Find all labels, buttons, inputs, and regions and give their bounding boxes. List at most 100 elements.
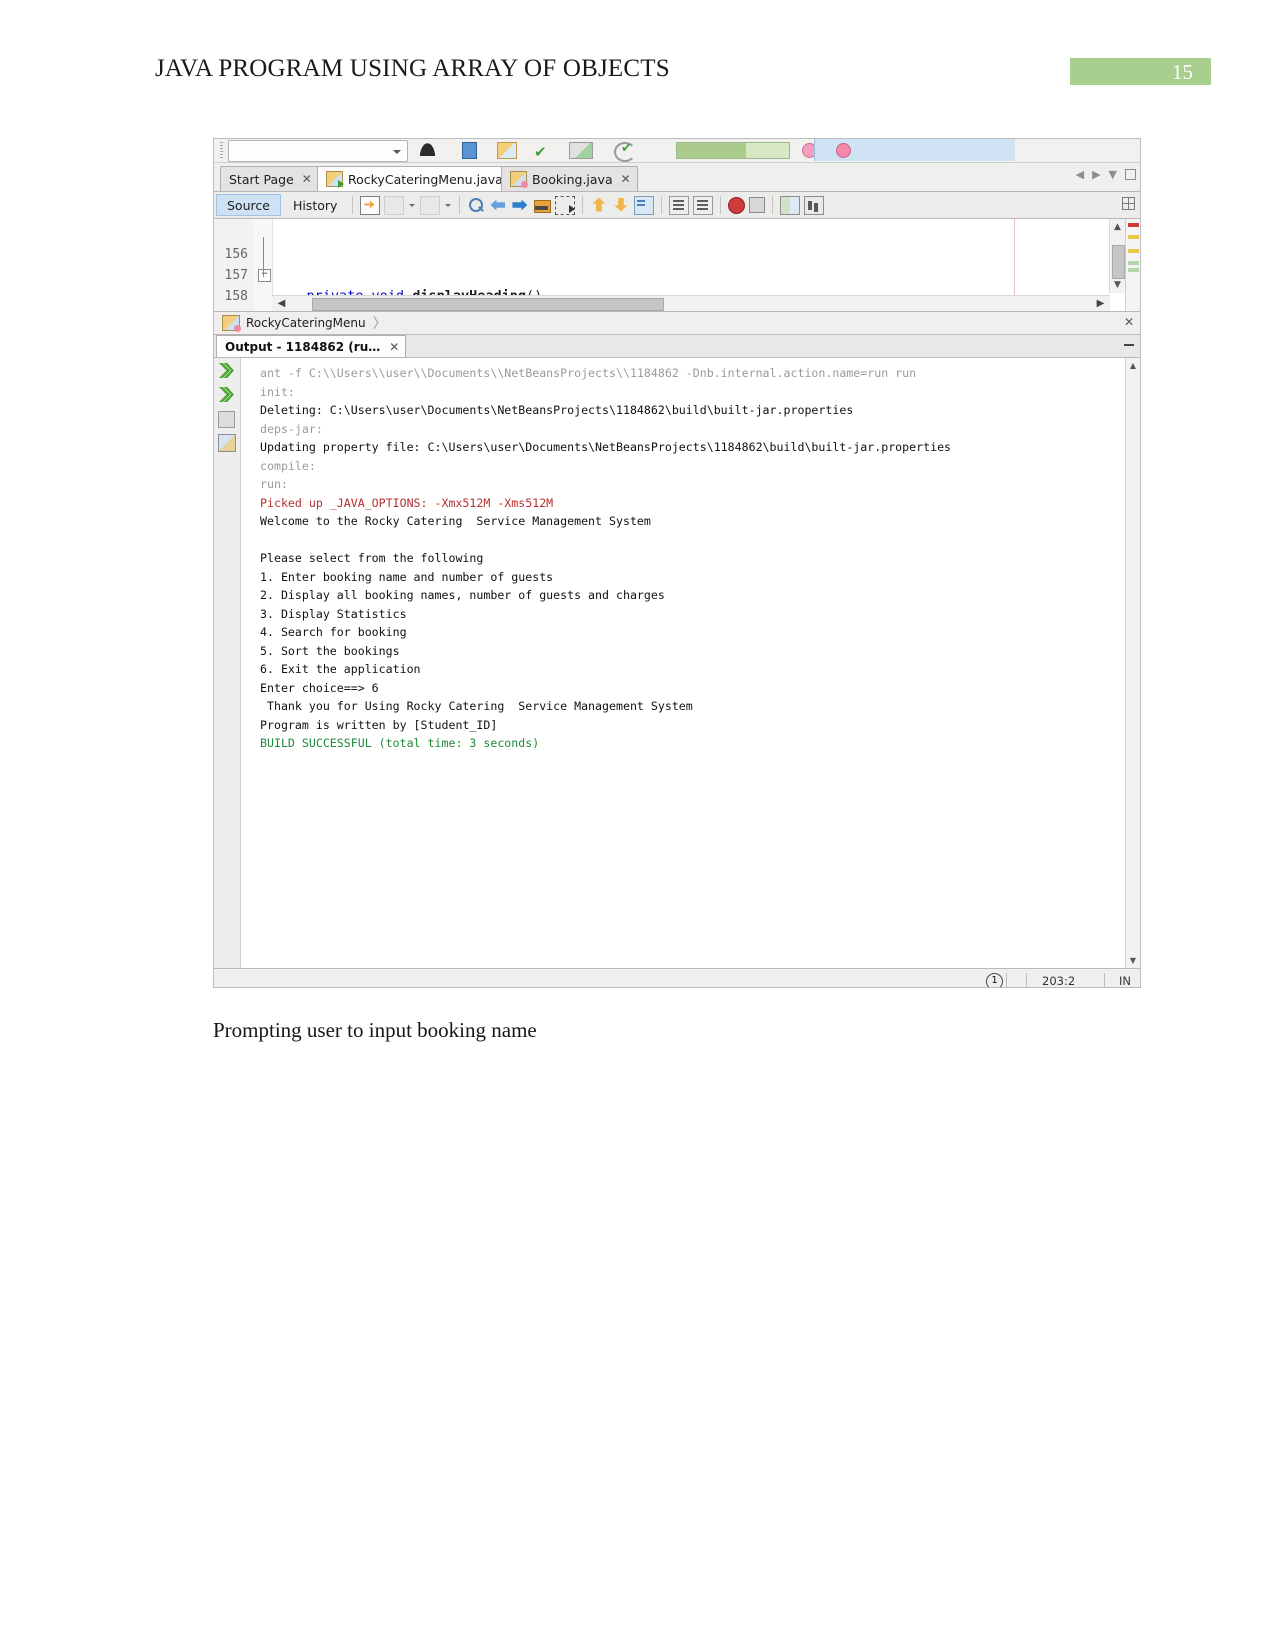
configuration-combobox[interactable]	[228, 140, 408, 162]
stop-icon[interactable]	[749, 197, 766, 213]
output-line: 4. Search for booking	[260, 625, 407, 639]
find-next-icon[interactable]	[511, 197, 529, 214]
toggle-rectangular-selection-icon[interactable]	[555, 195, 576, 215]
previous-bookmark-icon[interactable]	[590, 197, 608, 214]
build-project-icon[interactable]	[497, 142, 517, 159]
output-line: 2. Display all booking names, number of …	[260, 588, 665, 602]
shift-left-icon[interactable]	[669, 195, 690, 215]
fold-guide-line	[263, 237, 264, 277]
scroll-down-icon[interactable]: ▼	[1112, 279, 1123, 291]
scroll-right-icon[interactable]: ▶	[1094, 297, 1107, 310]
toggle-highlight-icon[interactable]	[533, 197, 552, 214]
scroll-left-icon[interactable]: ◀	[1076, 168, 1084, 181]
output-line: BUILD SUCCESSFUL (total time: 3 seconds)	[260, 736, 540, 750]
output-line: deps-jar:	[260, 421, 323, 436]
occurrence-marker[interactable]	[1128, 261, 1139, 265]
close-icon[interactable]: ✕	[1124, 315, 1134, 329]
close-icon[interactable]: ✕	[621, 172, 631, 186]
output-console[interactable]: ant -f C:\\Users\\user\\Documents\\NetBe…	[214, 358, 1140, 968]
output-line: Thank you for Using Rocky Catering Servi…	[260, 699, 693, 713]
scroll-up-icon[interactable]: ▲	[1112, 221, 1123, 233]
code-line: 157 private void displayHeading()	[214, 244, 1140, 304]
scroll-up-icon[interactable]: ▲	[1128, 360, 1138, 371]
code-line: 158 − {	[214, 265, 1140, 304]
shift-right-icon[interactable]	[693, 195, 714, 215]
inspect-members-icon[interactable]	[804, 195, 825, 215]
close-icon[interactable]: ✕	[302, 172, 312, 186]
output-line: Picked up _JAVA_OPTIONS: -Xmx512M -Xms51…	[260, 495, 554, 510]
refresh-check-icon[interactable]	[614, 141, 636, 162]
scroll-right-icon[interactable]: ▶	[1092, 168, 1100, 181]
tab-label: RockyCateringMenu.java	[348, 171, 503, 187]
maximize-icon[interactable]	[1125, 169, 1136, 180]
pink-marker-2-icon[interactable]	[836, 143, 851, 158]
occurrence-marker[interactable]	[1128, 268, 1139, 272]
check-green-icon[interactable]	[534, 142, 546, 157]
chevron-down-icon[interactable]: ▼	[1109, 168, 1117, 181]
scrollbar-thumb[interactable]	[1112, 245, 1125, 279]
toggle-bookmark-icon[interactable]	[634, 195, 655, 215]
chevron-down-icon[interactable]	[408, 197, 416, 214]
error-marker[interactable]	[1128, 223, 1139, 227]
toolbar-grip-handle[interactable]	[220, 142, 223, 158]
output-line: Enter choice==> 6	[260, 680, 379, 695]
cursor-position: 203:2	[1042, 974, 1076, 988]
warning-marker[interactable]	[1128, 249, 1139, 253]
toolbar-separator	[352, 196, 354, 214]
minimize-window-icon[interactable]	[1124, 344, 1134, 346]
output-line: Updating property file: C:\Users\user\Do…	[260, 440, 952, 454]
editor-vertical-scrollbar[interactable]: ▲ ▼	[1109, 219, 1125, 293]
source-history-toolbar: Source History	[214, 192, 1140, 219]
ide-status-bar: 1 203:2 IN	[214, 968, 1140, 988]
breadcrumb[interactable]: RockyCateringMenu 〉 ✕	[214, 312, 1140, 335]
close-icon[interactable]: ✕	[389, 340, 399, 354]
tabbar-controls: ◀ ▶ ▼	[1076, 168, 1136, 181]
diff-icon[interactable]	[780, 195, 801, 215]
next-bookmark-icon[interactable]	[612, 197, 630, 214]
last-edit-icon[interactable]	[360, 195, 381, 215]
editor-error-strip[interactable]	[1125, 219, 1140, 311]
toolbar-right-spacer	[1020, 139, 1140, 161]
chevron-right-icon[interactable]: 〉	[373, 313, 387, 333]
java-file-icon	[222, 315, 241, 332]
scrollbar-thumb[interactable]	[312, 298, 664, 311]
forward-history-icon[interactable]	[420, 195, 441, 215]
output-line: 3. Display Statistics	[260, 606, 407, 621]
scroll-left-icon[interactable]: ◀	[275, 297, 288, 310]
find-previous-icon[interactable]	[489, 197, 507, 214]
java-run-icon	[326, 171, 344, 188]
editor-settings-icon[interactable]	[1122, 197, 1135, 210]
output-text-area[interactable]: ant -f C:\\Users\\user\\Documents\\NetBe…	[240, 358, 1126, 968]
editor-horizontal-scrollbar[interactable]: ◀ ▶	[272, 295, 1110, 311]
back-history-icon[interactable]	[384, 195, 405, 215]
warning-marker[interactable]	[1128, 235, 1139, 239]
notification-badge[interactable]: 1	[986, 973, 1003, 987]
code-editor[interactable]: 156 157 private void displayHeading() 15…	[214, 219, 1140, 312]
history-tab[interactable]: History	[283, 194, 347, 216]
toolbar-separator	[459, 196, 461, 214]
breadcrumb-label[interactable]: RockyCateringMenu	[246, 316, 366, 330]
chevron-down-icon[interactable]	[444, 197, 452, 214]
find-selection-icon[interactable]	[467, 197, 485, 214]
code-fold-toggle-icon[interactable]: −	[258, 269, 271, 282]
source-tab[interactable]: Source	[216, 194, 281, 216]
page-title: JAVA PROGRAM USING ARRAY OF OBJECTS	[155, 55, 670, 82]
profile-project-icon[interactable]	[462, 142, 477, 159]
tab-output-1184862[interactable]: Output - 1184862 (ru… ✕	[216, 335, 407, 357]
toggle-breakpoint-icon[interactable]	[728, 196, 746, 214]
toolbar-separator	[661, 196, 663, 214]
debug-project-icon[interactable]	[569, 142, 593, 159]
tab-booking-java[interactable]: Booking.java ✕	[501, 166, 638, 191]
rerun-icon[interactable]	[218, 362, 235, 379]
show-build-tree-icon[interactable]	[218, 434, 236, 452]
tab-rockycateringmenu-java[interactable]: RockyCateringMenu.java ✕	[317, 166, 528, 191]
output-vertical-scrollbar[interactable]: ▲ ▼	[1125, 358, 1140, 968]
run-project-icon[interactable]	[419, 142, 436, 156]
insert-mode-indicator: IN	[1119, 974, 1131, 988]
java-file-icon	[510, 171, 528, 188]
scroll-down-icon[interactable]: ▼	[1128, 955, 1138, 966]
rerun-with-different-params-icon[interactable]	[218, 386, 235, 403]
tab-start-page[interactable]: Start Page ✕	[220, 166, 319, 191]
stop-process-icon[interactable]	[218, 411, 235, 428]
